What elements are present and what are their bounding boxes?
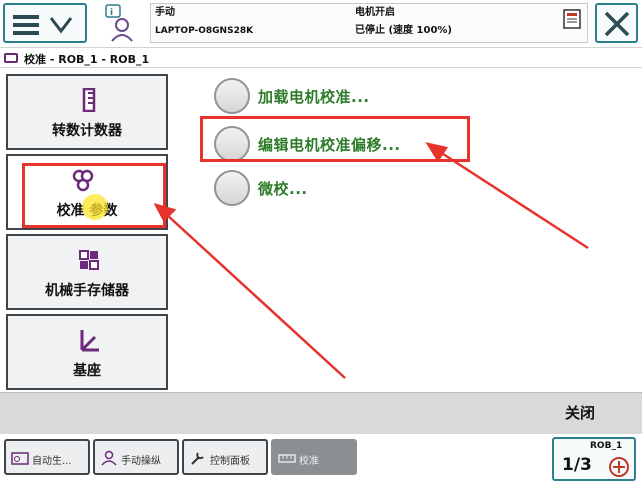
task-auto-production[interactable]: 自动生...	[4, 439, 90, 475]
quickset-fraction: 1/3	[562, 455, 592, 475]
annotation-arrowhead	[425, 142, 449, 163]
task-label: 控制面板	[210, 456, 250, 467]
auto-production-icon	[11, 452, 29, 465]
quickset-button[interactable]: ROB_1 1/3	[552, 437, 636, 481]
task-label: 自动生...	[32, 456, 72, 467]
speed-icon	[609, 457, 629, 477]
task-calibration[interactable]: 校准	[271, 439, 357, 475]
quickset-robot-label: ROB_1	[590, 441, 623, 451]
close-button[interactable]: 关闭	[520, 393, 640, 433]
annotation-arrow	[165, 213, 346, 379]
calibration-icon	[278, 454, 296, 463]
taskbar: 自动生... 手动操纵 控制面板 校准 ROB_1 1/3	[0, 434, 642, 482]
task-control-panel[interactable]: 控制面板	[182, 439, 268, 475]
task-label: 手动操纵	[121, 456, 161, 467]
task-jogging[interactable]: 手动操纵	[93, 439, 179, 475]
jogging-icon	[101, 450, 117, 466]
task-label: 校准	[299, 456, 319, 467]
command-bar: 关闭	[0, 392, 642, 434]
annotation-arrow	[439, 150, 589, 250]
control-panel-icon	[191, 452, 204, 465]
